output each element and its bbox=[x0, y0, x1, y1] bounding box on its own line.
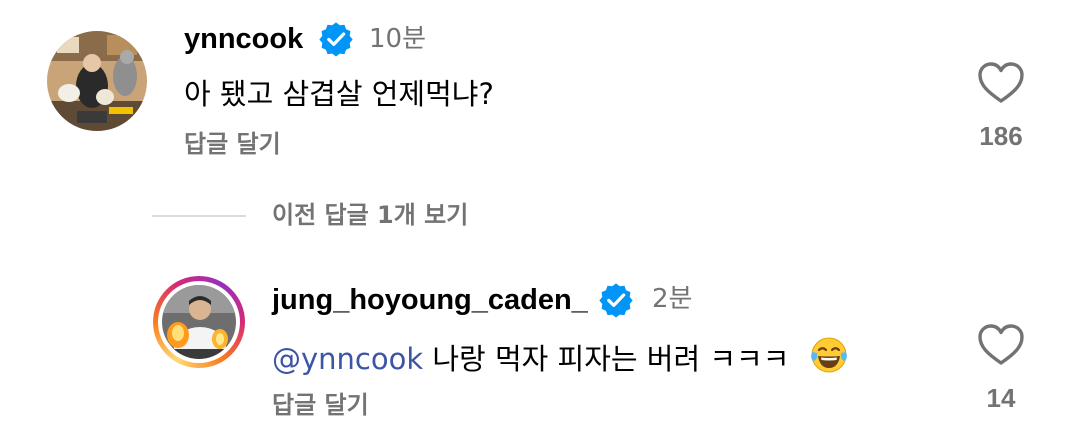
heart-icon[interactable] bbox=[977, 61, 1025, 105]
story-ring[interactable] bbox=[153, 276, 245, 368]
reply-username[interactable]: jung_hoyoung_caden_ bbox=[272, 283, 588, 317]
comment-username[interactable]: ynncook bbox=[184, 22, 303, 56]
face-with-tears-of-joy-icon bbox=[810, 337, 847, 373]
like-count: 14 bbox=[986, 383, 1016, 413]
verified-badge-icon bbox=[319, 22, 353, 57]
verified-badge-icon bbox=[599, 283, 633, 318]
view-previous-replies-button[interactable]: 이전 답글 1개 보기 bbox=[272, 200, 468, 230]
divider-line bbox=[152, 215, 246, 217]
avatar[interactable] bbox=[162, 285, 236, 359]
avatar[interactable] bbox=[47, 31, 147, 131]
reply-time: 2분 bbox=[652, 284, 693, 314]
reply-button[interactable]: 답글 달기 bbox=[184, 130, 281, 158]
reply-text-row: @ynncook 나랑 먹자 피자는 버려 ㅋㅋㅋ bbox=[272, 335, 849, 377]
comment-thread: ynncook 10분 아 됐고 삼겹살 언제먹냐? 답글 달기 186 이전 … bbox=[0, 0, 1080, 430]
mention-link[interactable]: @ynncook bbox=[272, 342, 423, 376]
like-count: 186 bbox=[979, 121, 1023, 151]
heart-icon[interactable] bbox=[977, 323, 1025, 367]
reply-text: 나랑 먹자 피자는 버려 ㅋㅋㅋ bbox=[423, 342, 790, 376]
reply-button[interactable]: 답글 달기 bbox=[272, 391, 369, 419]
comment-text: 아 됐고 삼겹살 언제먹냐? bbox=[184, 77, 494, 111]
comment-time: 10분 bbox=[369, 24, 427, 54]
